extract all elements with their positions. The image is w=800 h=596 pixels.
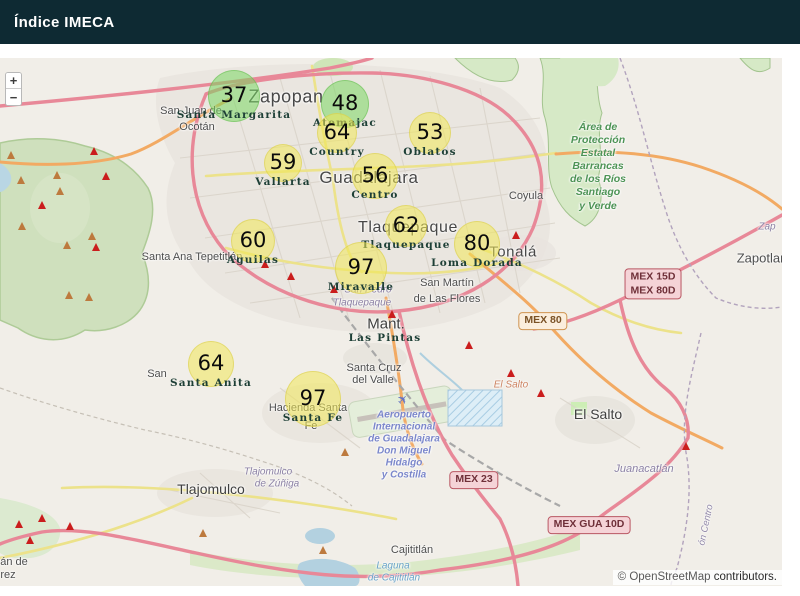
road-badge-mex-gua-10d: MEX GUA 10D bbox=[547, 516, 631, 534]
zoom-control: + − bbox=[5, 72, 22, 106]
app-header: Índice IMECA bbox=[0, 0, 800, 44]
zoom-in-button[interactable]: + bbox=[6, 73, 21, 89]
road-badges-layer: MEX 15D MEX 80D MEX 80 MEX 23 MEX GUA 10D bbox=[0, 58, 782, 586]
contributors-text: contributors. bbox=[710, 571, 777, 583]
road-badge-mex-80: MEX 80 bbox=[518, 312, 568, 330]
road-badge-mex-15d-mex-80d: MEX 15D MEX 80D bbox=[624, 268, 682, 300]
imeca-map-app: Índice IMECA Zapopan Tonalá Mant. El Sal… bbox=[0, 0, 800, 596]
copyright-text: © bbox=[617, 571, 630, 583]
map-attribution: © OpenStreetMap contributors. bbox=[612, 570, 782, 585]
osm-attribution-link[interactable]: OpenStreetMap bbox=[629, 571, 710, 583]
road-badge-mex-23: MEX 23 bbox=[449, 471, 499, 489]
page-title: Índice IMECA bbox=[14, 13, 115, 31]
zoom-out-button[interactable]: − bbox=[6, 89, 21, 105]
map-canvas[interactable]: ZapopanGuadalajaraTlaquepaqueTonaláMant.… bbox=[0, 58, 782, 586]
